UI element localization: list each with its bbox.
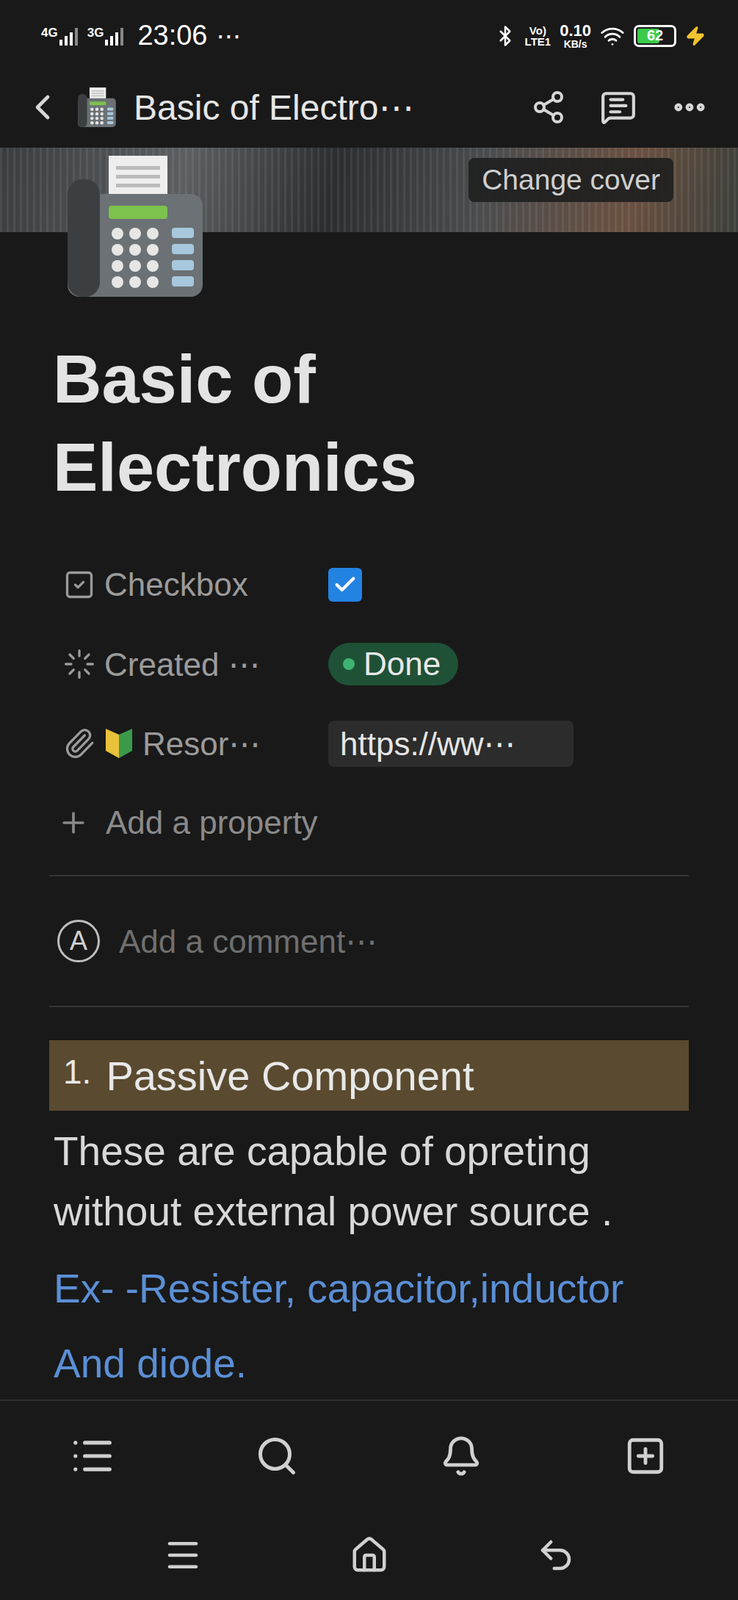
- property-row[interactable]: Resor⋯https://ww⋯: [63, 703, 689, 783]
- heading-block[interactable]: 1.Passive Component: [49, 1039, 689, 1111]
- search-button[interactable]: [254, 1433, 299, 1478]
- link-block[interactable]: Ex- -Resister, capacitor,inductorAnd dio…: [49, 1250, 689, 1399]
- properties: CheckboxCreated ⋯DoneResor⋯https://ww⋯Ad…: [0, 544, 738, 863]
- system-nav: [0, 1509, 738, 1600]
- new-page-button[interactable]: [624, 1434, 667, 1477]
- net-speed: 0.10KB/s: [559, 22, 592, 50]
- property-row[interactable]: Checkbox: [63, 544, 689, 625]
- share-button[interactable]: [530, 89, 567, 125]
- battery: 62: [633, 24, 677, 47]
- more-notifications: ⋯: [215, 21, 241, 51]
- recents-button[interactable]: [163, 1534, 203, 1575]
- menu-icon: [163, 1534, 203, 1575]
- bluetooth-icon: [494, 24, 517, 47]
- bottom-nav: [0, 1398, 738, 1510]
- comments-button[interactable]: [599, 88, 637, 126]
- comment-input[interactable]: A Add a comment⋯: [0, 876, 738, 1006]
- divider: [49, 1005, 689, 1007]
- status-dot: [342, 657, 355, 670]
- plus-icon: [57, 806, 90, 839]
- top-nav: Basic of Electro⋯: [0, 71, 738, 144]
- status-bar: 4G 3G 23:06⋯ Vo)LTE1 0.10KB/s 62: [0, 0, 738, 72]
- more-button[interactable]: [670, 88, 709, 127]
- network-indicator: 3G: [87, 26, 125, 46]
- back-button[interactable]: [22, 86, 64, 128]
- paragraph-block[interactable]: These are capable of opretingwithout ext…: [49, 1120, 689, 1242]
- nav-actions: [530, 88, 709, 127]
- list-icon: [69, 1432, 116, 1479]
- page-content: Change cover Basic of Electronics Checkbox…: [0, 143, 738, 1399]
- page-blocks: 1.Passive Component These are capable of …: [0, 1039, 738, 1399]
- network-label: 3G: [87, 26, 105, 39]
- signal-icon: [105, 26, 125, 46]
- status-pill[interactable]: Done: [328, 642, 459, 686]
- property-label: Checkbox: [63, 566, 329, 603]
- back-icon: [22, 86, 64, 128]
- check-icon: [332, 572, 358, 598]
- url-chip[interactable]: https://ww⋯: [328, 720, 574, 767]
- property-label: Created ⋯: [63, 645, 329, 683]
- notifications-button[interactable]: [439, 1434, 483, 1477]
- home-icon: [349, 1534, 390, 1575]
- back-arrow-icon: [536, 1534, 576, 1575]
- checkbox-property-icon: [63, 568, 96, 601]
- sidebar-button[interactable]: [69, 1432, 116, 1479]
- wifi-icon: [599, 23, 625, 49]
- network-indicator: 4G: [41, 26, 79, 46]
- status-property-icon: [63, 647, 96, 680]
- nav-title: Basic of Electro⋯: [133, 86, 518, 128]
- status-right: Vo)LTE1 0.10KB/s 62: [494, 22, 706, 50]
- system-back-button[interactable]: [536, 1534, 576, 1575]
- property-checkbox[interactable]: [328, 567, 363, 602]
- list-number: 1.: [63, 1051, 92, 1092]
- search-icon: [254, 1433, 299, 1478]
- charging-icon: [685, 25, 706, 47]
- fax-icon: [61, 152, 209, 300]
- add-property-button[interactable]: Add a property: [57, 782, 689, 863]
- property-row[interactable]: Created ⋯Done: [63, 624, 689, 704]
- bell-icon: [439, 1434, 483, 1477]
- network-label: 4G: [41, 26, 59, 39]
- new-page-icon: [624, 1434, 667, 1477]
- divider: [49, 874, 689, 877]
- user-avatar: A: [57, 919, 100, 962]
- change-cover-button[interactable]: Change cover: [468, 157, 674, 202]
- comment-icon: [599, 88, 637, 126]
- more-icon: [670, 88, 709, 127]
- battery-level: 62: [635, 27, 675, 45]
- share-icon: [530, 89, 567, 125]
- attachment-property-icon: [63, 726, 96, 760]
- home-button[interactable]: [349, 1534, 390, 1575]
- page-title[interactable]: Basic of Electronics: [52, 334, 567, 512]
- property-label: Resor⋯: [63, 724, 329, 763]
- page-fax-small-icon: [76, 86, 118, 128]
- clock: 23:06: [137, 19, 208, 52]
- beginner-mark-icon: [104, 726, 134, 760]
- status-left: 4G 3G 23:06⋯: [41, 19, 241, 52]
- signal-icon: [59, 26, 79, 46]
- notion-page-screen: 4G 3G 23:06⋯ Vo)LTE1 0.10KB/s 62 Basic of Elec…: [0, 0, 738, 1600]
- comment-placeholder: Add a comment⋯: [118, 922, 378, 960]
- page-icon[interactable]: [61, 152, 209, 302]
- volte-indicator: Vo)LTE1: [525, 24, 552, 47]
